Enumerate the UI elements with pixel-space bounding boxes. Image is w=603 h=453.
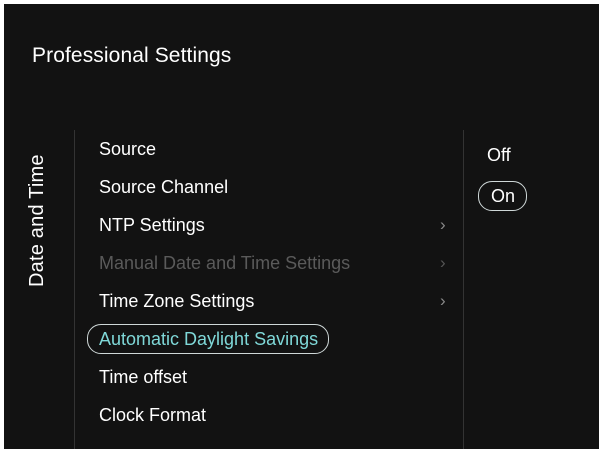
category-label: Date and Time [26, 154, 48, 287]
option-on[interactable]: On [474, 176, 574, 216]
settings-menu: Source Source Channel NTP Settings › Man… [84, 130, 454, 434]
menu-item-source-channel[interactable]: Source Channel [84, 168, 454, 206]
menu-item-manual-date-time: Manual Date and Time Settings › [84, 244, 454, 282]
menu-item-label: Automatic Daylight Savings [87, 324, 330, 354]
page-title: Professional Settings [32, 44, 232, 67]
menu-item-label: Source Channel [99, 177, 229, 197]
option-off[interactable]: Off [474, 136, 574, 176]
menu-item-clock-format[interactable]: Clock Format [84, 396, 454, 434]
right-divider [463, 130, 464, 449]
menu-item-label: Clock Format [99, 405, 207, 425]
menu-item-time-offset[interactable]: Time offset [84, 358, 454, 396]
chevron-right-icon: › [440, 253, 446, 272]
chevron-right-icon: › [440, 291, 446, 310]
option-list: Off On [474, 136, 574, 216]
option-label: On [478, 181, 528, 211]
menu-item-automatic-daylight-savings[interactable]: Automatic Daylight Savings [84, 320, 454, 358]
option-label: Off [487, 145, 511, 165]
menu-item-time-zone-settings[interactable]: Time Zone Settings › [84, 282, 454, 320]
menu-item-label: Time offset [99, 367, 188, 387]
chevron-right-icon: › [440, 215, 446, 234]
menu-item-ntp-settings[interactable]: NTP Settings › [84, 206, 454, 244]
menu-item-label: Time Zone Settings [99, 291, 255, 311]
menu-item-label: NTP Settings [99, 215, 205, 235]
menu-item-label: Manual Date and Time Settings [99, 253, 351, 273]
tv-settings-screen: Professional Settings Date and Time Sour… [4, 4, 599, 449]
menu-item-label: Source [99, 139, 157, 159]
left-divider [74, 130, 75, 449]
menu-item-source[interactable]: Source [84, 130, 454, 168]
